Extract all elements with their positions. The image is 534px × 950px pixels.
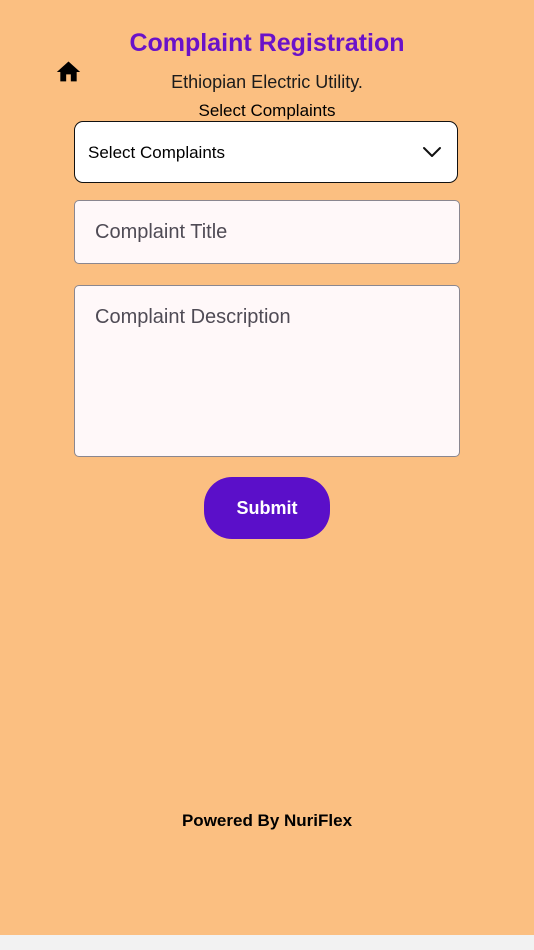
select-complaints-label: Select Complaints [198, 101, 336, 120]
footer-credit: Powered By NuriFlex [181, 811, 353, 830]
complaint-description-input[interactable] [74, 285, 460, 457]
chevron-down-icon [422, 145, 442, 159]
dropdown-selected-value: Select Complaints [88, 143, 226, 162]
complaint-type-dropdown[interactable]: Select Complaints [74, 121, 458, 183]
page-title: Complaint Registration [129, 29, 405, 57]
page-subtitle: Ethiopian Electric Utility. [171, 72, 363, 92]
complaint-screen: Complaint Registration Ethiopian Electri… [0, 0, 534, 935]
complaint-title-input[interactable] [74, 200, 460, 264]
submit-button[interactable]: Submit [204, 477, 330, 539]
